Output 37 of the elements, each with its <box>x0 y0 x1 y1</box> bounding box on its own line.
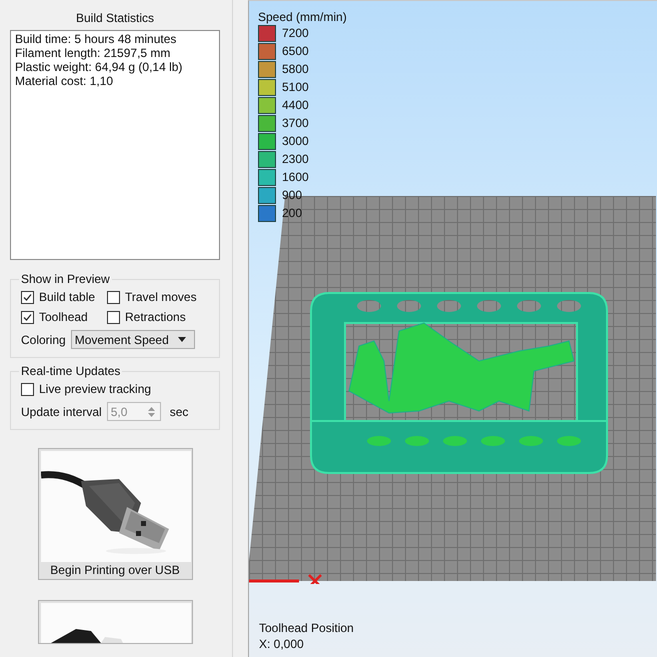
legend-value: 4400 <box>282 98 309 112</box>
checkbox[interactable] <box>107 310 120 324</box>
group-title: Show in Preview <box>20 272 111 286</box>
legend-value: 5800 <box>282 62 309 76</box>
checkbox[interactable] <box>107 290 120 304</box>
group-title: Real-time Updates <box>20 364 122 378</box>
statistic-line: Filament length: 21597,5 mm <box>15 46 172 60</box>
legend-value: 3000 <box>282 134 309 148</box>
legend-value: 1600 <box>282 170 309 184</box>
statistics-text-area[interactable]: Build time: 5 hours 48 minutes Filament length: 21597,5 mm Plastic weight: 64,94 g (0,14 lb) Material cost: 1,10 <box>10 30 220 260</box>
legend-value: 2300 <box>282 152 309 166</box>
statistic-line: Plastic weight: 64,94 g (0,14 lb) <box>15 60 184 74</box>
coloring-label: Coloring <box>21 332 66 346</box>
coloring-dropdown[interactable]: Movement Speed <box>70 330 195 349</box>
print-button[interactable]: Begin Printing over USB <box>38 448 192 580</box>
checkbox[interactable] <box>21 310 34 324</box>
toolhead-x: X: 0,000 <box>259 636 305 652</box>
checkbox-option[interactable]: Toolhead <box>21 310 107 324</box>
checkbox-option[interactable]: Live preview tracking <box>21 382 209 396</box>
toolhead-title: Toolhead Position <box>259 620 354 636</box>
legend-value: 7200 <box>282 26 309 40</box>
legend-value: 6500 <box>282 44 309 58</box>
unit-label: sec <box>170 404 188 418</box>
checkbox[interactable] <box>21 382 34 396</box>
caret-icon <box>178 337 186 342</box>
spin-arrows-icon <box>146 406 156 418</box>
statistic-line: Material cost: 1,10 <box>15 74 114 88</box>
checkbox[interactable] <box>21 290 34 304</box>
panel-title: Build Statistics <box>74 11 156 25</box>
checkbox-option[interactable]: Travel moves <box>107 290 209 304</box>
legend-value: 3700 <box>282 116 309 130</box>
interval-label: Update interval <box>21 404 102 418</box>
checkbox-option[interactable]: Build table <box>21 290 107 304</box>
checkbox-option[interactable]: Retractions <box>107 310 209 324</box>
legend-value: 5100 <box>282 80 309 94</box>
statistic-line: Build time: 5 hours 48 minutes <box>15 32 178 46</box>
legend-title: Speed (mm/min) <box>258 10 347 24</box>
